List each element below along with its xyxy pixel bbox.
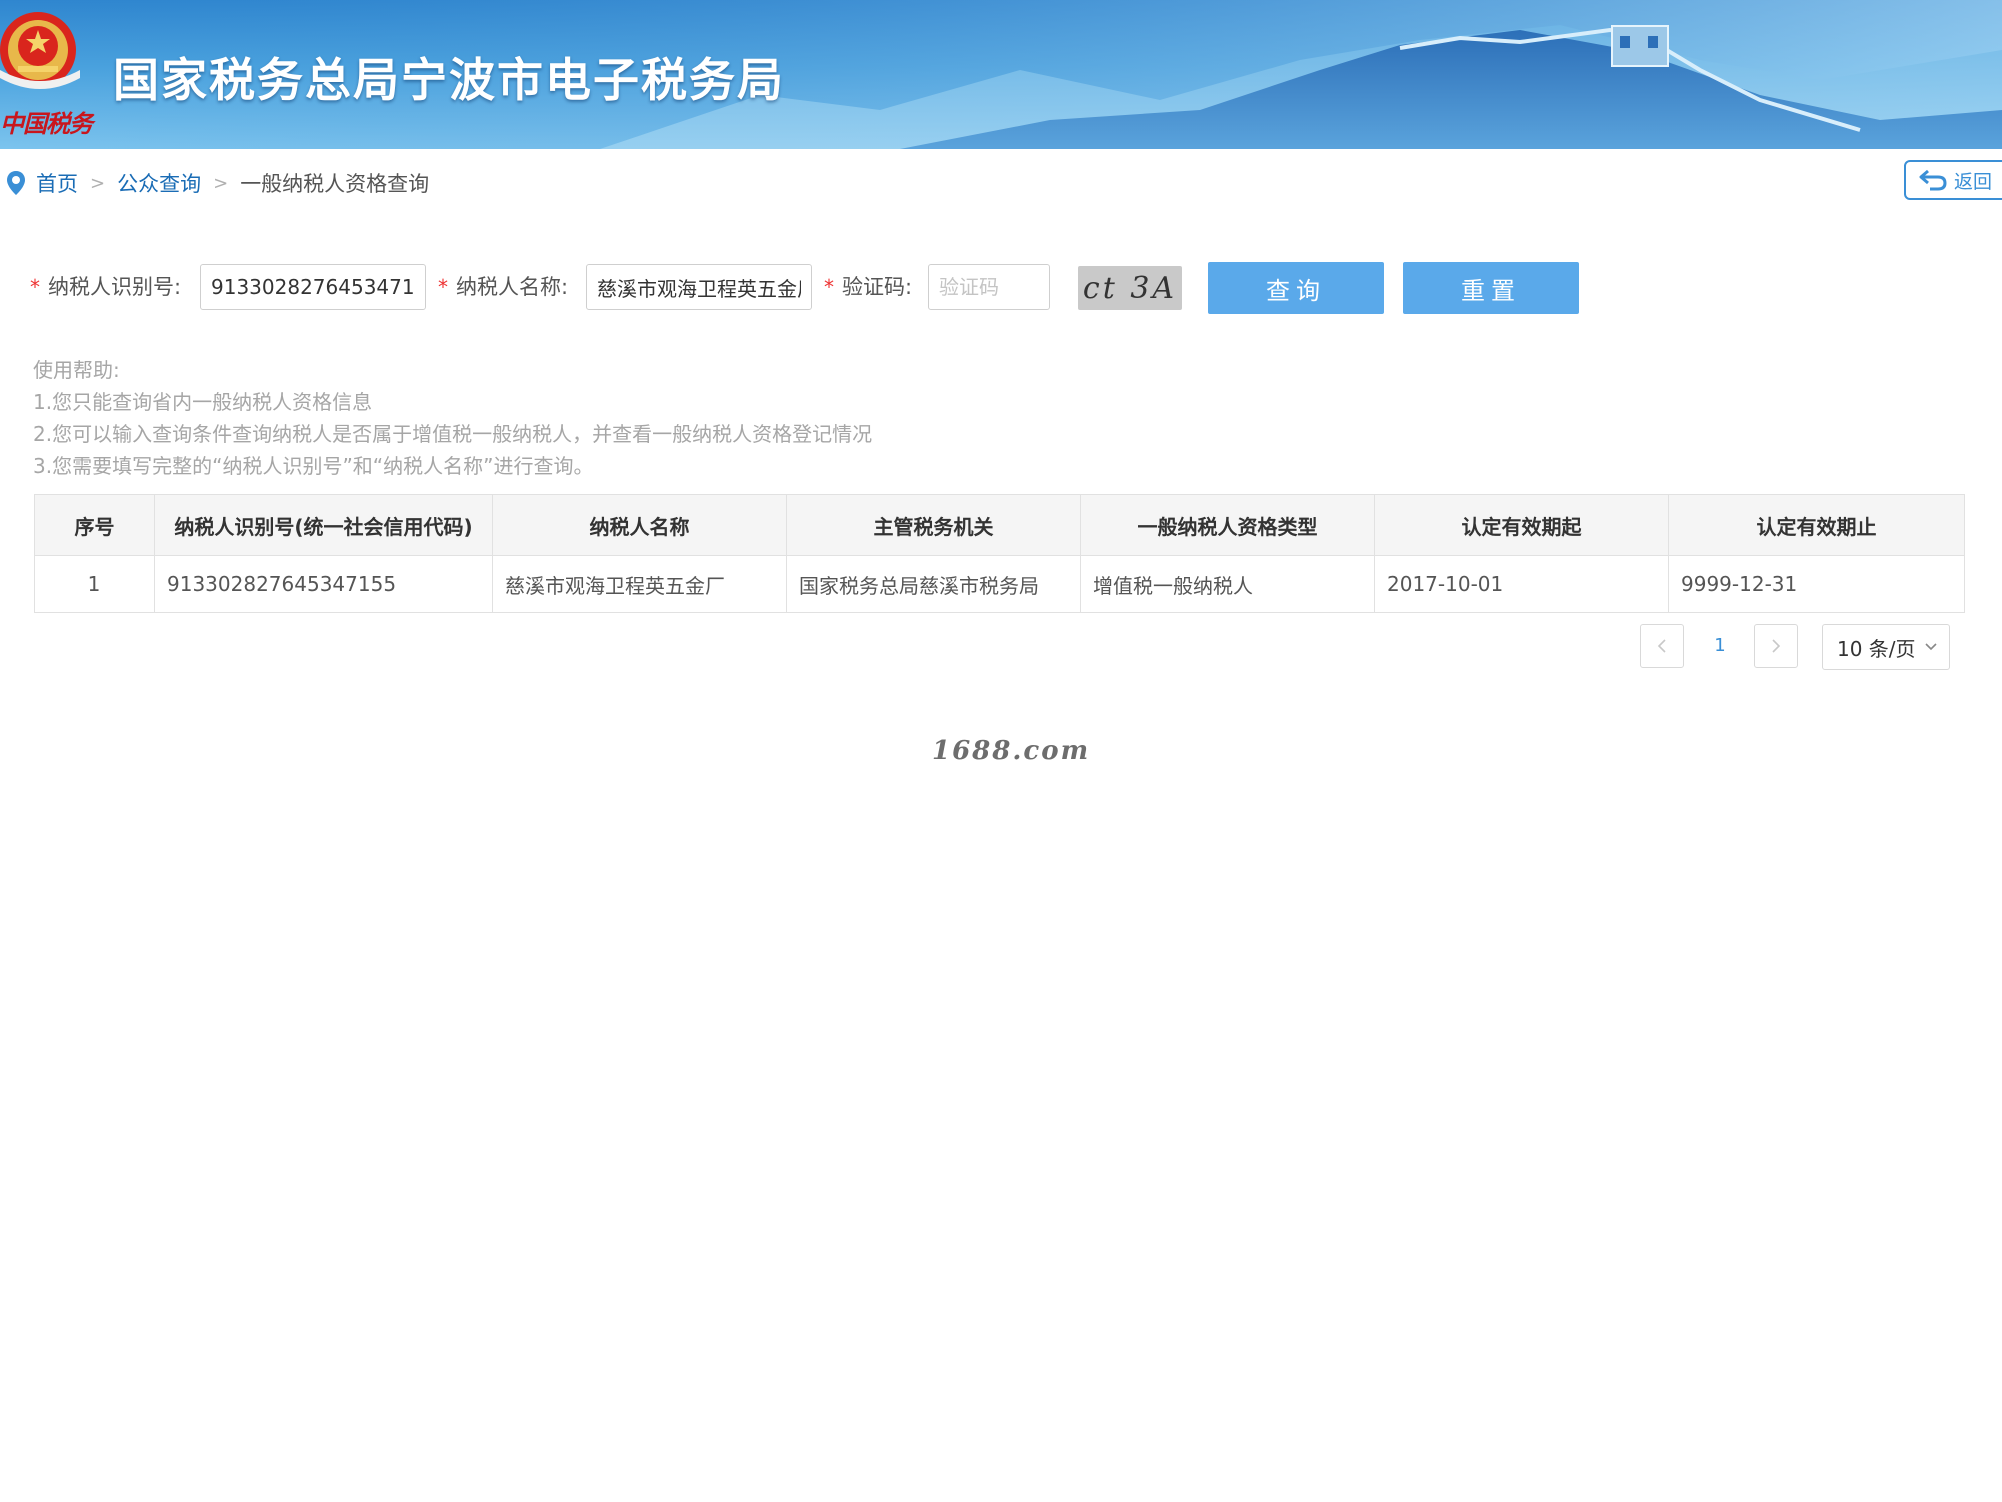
national-emblem-icon bbox=[0, 12, 80, 89]
page-size-value: 10 条/页 bbox=[1837, 636, 1916, 661]
column-header: 一般纳税人资格类型 bbox=[1080, 494, 1375, 556]
results-table: 序号 纳税人识别号(统一社会信用代码) 纳税人名称 主管税务机关 一般纳税人资格… bbox=[34, 494, 1965, 613]
table-cell: 913302827645347155 bbox=[154, 555, 493, 613]
breadcrumb-separator: > bbox=[213, 172, 229, 194]
table-header-row: 序号 纳税人识别号(统一社会信用代码) 纳税人名称 主管税务机关 一般纳税人资格… bbox=[34, 494, 1965, 556]
column-header: 认定有效期起 bbox=[1374, 494, 1669, 556]
site-title: 国家税务总局宁波市电子税务局 bbox=[113, 53, 785, 107]
table-cell: 慈溪市观海卫程英五金厂 bbox=[492, 555, 787, 613]
captcha-image[interactable]: ct 3A bbox=[1078, 266, 1182, 310]
column-header: 纳税人名称 bbox=[492, 494, 787, 556]
captcha-input[interactable] bbox=[928, 264, 1050, 310]
captcha-label: * 验证码: bbox=[824, 275, 913, 299]
back-button[interactable]: 返回 bbox=[1904, 160, 2002, 200]
table-row: 1 913302827645347155 慈溪市观海卫程英五金厂 国家税务总局慈… bbox=[34, 555, 1965, 613]
chevron-right-icon bbox=[1772, 639, 1781, 653]
back-arrow-icon bbox=[1919, 169, 1947, 191]
table-cell: 增值税一般纳税人 bbox=[1080, 555, 1375, 613]
breadcrumb-home-link[interactable]: 首页 bbox=[36, 168, 78, 198]
reset-button[interactable]: 重置 bbox=[1403, 262, 1579, 314]
table-cell: 国家税务总局慈溪市税务局 bbox=[786, 555, 1081, 613]
usage-help: 使用帮助: 1.您只能查询省内一般纳税人资格信息 2.您可以输入查询条件查询纳税… bbox=[33, 354, 872, 482]
table-cell: 2017-10-01 bbox=[1374, 555, 1669, 613]
help-line: 3.您需要填写完整的“纳税人识别号”和“纳税人名称”进行查询。 bbox=[33, 454, 594, 478]
chevron-down-icon bbox=[1924, 643, 1937, 651]
breadcrumb: 首页 > 公众查询 > 一般纳税人资格查询 bbox=[6, 166, 429, 200]
taxpayer-id-label: * 纳税人识别号: bbox=[30, 275, 182, 299]
column-header: 纳税人识别号(统一社会信用代码) bbox=[154, 494, 493, 556]
help-line: 1.您只能查询省内一般纳税人资格信息 bbox=[33, 390, 373, 414]
next-page-button[interactable] bbox=[1754, 624, 1798, 668]
location-pin-icon bbox=[7, 171, 25, 195]
taxpayer-name-label: * 纳税人名称: bbox=[438, 275, 569, 299]
previous-page-button[interactable] bbox=[1640, 624, 1684, 668]
help-title: 使用帮助: bbox=[33, 358, 120, 382]
captcha-image-text: ct 3A bbox=[1082, 270, 1178, 306]
column-header: 序号 bbox=[34, 494, 155, 556]
header-signature: 中国税务 bbox=[0, 109, 93, 138]
breadcrumb-current: 一般纳税人资格查询 bbox=[240, 172, 430, 196]
table-cell: 1 bbox=[34, 555, 155, 613]
search-form: *纳税人识别号: *纳税人名称: *验证码: ct 3A 查询 重置 bbox=[30, 262, 1630, 314]
column-header: 认定有效期止 bbox=[1668, 494, 1965, 556]
required-mark: * bbox=[438, 275, 448, 299]
required-mark: * bbox=[824, 275, 834, 299]
page-size-select[interactable]: 10 条/页 bbox=[1822, 624, 1950, 670]
table-cell: 9999-12-31 bbox=[1668, 555, 1965, 613]
column-header: 主管税务机关 bbox=[786, 494, 1081, 556]
required-mark: * bbox=[30, 275, 40, 299]
page-number[interactable]: 1 bbox=[1700, 624, 1740, 668]
taxpayer-id-input[interactable] bbox=[200, 264, 426, 310]
taxpayer-name-input[interactable] bbox=[586, 264, 812, 310]
query-button[interactable]: 查询 bbox=[1208, 262, 1384, 314]
chevron-left-icon bbox=[1657, 639, 1666, 653]
breadcrumb-separator: > bbox=[90, 172, 106, 194]
back-button-label: 返回 bbox=[1954, 170, 1993, 193]
breadcrumb-section-link[interactable]: 公众查询 bbox=[117, 168, 201, 198]
header-banner: 中国税务 国家税务总局宁波市电子税务局 bbox=[0, 0, 2002, 149]
help-line: 2.您可以输入查询条件查询纳税人是否属于增值税一般纳税人，并查看一般纳税人资格登… bbox=[33, 422, 873, 446]
watermark: 1688.com bbox=[932, 736, 1091, 766]
